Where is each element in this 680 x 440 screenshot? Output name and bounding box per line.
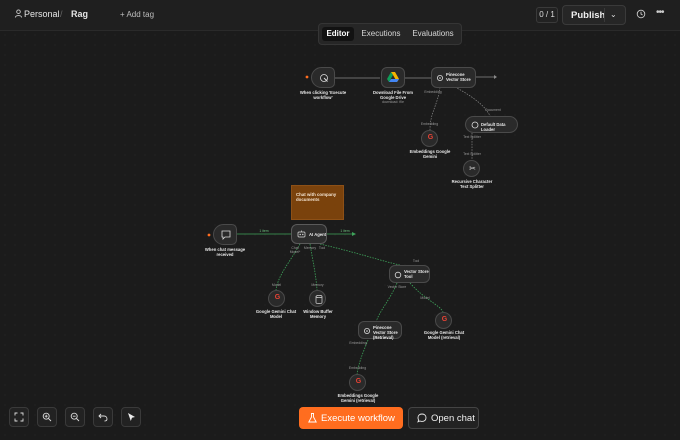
port-embedding-retrieval: Embedding (349, 341, 367, 345)
node-ai-agent-label: AI Agent (309, 232, 327, 237)
undo-icon (98, 413, 108, 422)
node-vector-tool-label: Vector Store Tool (404, 269, 429, 279)
node-manual-trigger[interactable] (311, 67, 335, 88)
google-drive-icon (387, 72, 399, 82)
node-embeddings-gemini[interactable]: G (421, 130, 438, 147)
pinecone-icon (364, 328, 370, 334)
node-embeddings-retrieval-label: Embeddings Google Gemini (retrieval) (337, 393, 379, 403)
more-options-icon[interactable]: ••• (656, 7, 664, 18)
robot-icon (297, 230, 306, 238)
select-tool-button[interactable] (121, 407, 141, 427)
node-gemini-chat[interactable]: G (268, 290, 285, 307)
node-memory-label: Window Buffer Memory (303, 309, 333, 319)
node-google-drive-label: Download File From Google Drive (372, 90, 413, 100)
node-google-drive-sub: download: file (382, 100, 404, 104)
edge-agent-tool (319, 243, 401, 266)
loader-icon (471, 121, 479, 129)
trigger-dot (305, 75, 309, 79)
node-gemini-chat-retrieval-label: Google Gemini Chat Model (retrieval) (423, 330, 465, 340)
port-text-splitter: Text Splitter (463, 152, 481, 156)
execute-workflow-button[interactable]: Execute workflow (299, 407, 403, 429)
flask-icon (308, 413, 317, 423)
fullscreen-icon (14, 412, 24, 422)
execute-workflow-label: Execute workflow (321, 413, 395, 424)
node-memory[interactable] (309, 290, 326, 307)
node-pinecone-store[interactable]: Pinecone Vector Store (431, 67, 476, 88)
publish-separator (604, 8, 605, 22)
version-counter: 0 / 1 (536, 7, 558, 23)
project-breadcrumb[interactable]: Personal (24, 9, 60, 19)
publish-button[interactable]: Publish ⌄ (562, 5, 626, 25)
tool-icon (394, 271, 402, 279)
node-gemini-chat-label: Google Gemini Chat Model (255, 309, 297, 319)
add-tag-button[interactable]: + Add tag (120, 10, 154, 19)
workflow-name[interactable]: Rag (71, 9, 88, 19)
node-pinecone-store-label: Pinecone Vector Store (446, 72, 471, 82)
zoom-in-icon (42, 412, 52, 422)
chat-bubble-icon (417, 413, 427, 423)
port-embedding-node: Embedding (348, 366, 367, 370)
zoom-out-icon (70, 412, 80, 422)
google-icon: G (355, 378, 362, 385)
open-chat-button[interactable]: Open chat (408, 407, 479, 429)
node-text-splitter-label: Recursive Character Text Splitter (451, 179, 493, 189)
node-default-loader[interactable]: Default Data Loader (465, 116, 518, 133)
port-chat-model: Chat Model* (289, 246, 301, 254)
publish-label: Publish (571, 10, 606, 21)
chevron-down-icon[interactable]: ⌄ (610, 10, 617, 19)
tab-editor[interactable]: Editor (322, 27, 354, 41)
port-tool: Tool (318, 246, 326, 250)
port-model-gemini: Model (271, 283, 282, 287)
user-icon (14, 9, 23, 18)
port-document-top: Document (485, 108, 501, 112)
port-memory-node: Memory (311, 283, 324, 287)
edge-count-chat: 1 item (259, 229, 269, 233)
port-model-tool: Model (420, 296, 430, 300)
breadcrumb-separator: / (60, 9, 63, 19)
fit-view-button[interactable] (9, 407, 29, 427)
history-icon[interactable] (636, 9, 646, 19)
chat-trigger-dot (207, 233, 211, 237)
sticky-note[interactable]: Chat with company documents (291, 185, 344, 220)
port-tool-in: Tool (412, 259, 420, 263)
open-chat-label: Open chat (431, 413, 475, 424)
view-tabs: Editor Executions Evaluations (318, 23, 462, 45)
sticky-note-text: Chat with company documents (296, 192, 337, 203)
scissors-icon: ✂ (469, 164, 476, 173)
port-text-splitter-top: Text Splitter (463, 135, 481, 139)
port-embedding: Embedding (420, 122, 439, 126)
zoom-out-button[interactable] (65, 407, 85, 427)
google-icon: G (441, 316, 448, 323)
port-vector-store: Vector Store (387, 285, 407, 289)
node-chat-trigger[interactable] (213, 224, 237, 245)
cursor-icon (128, 413, 135, 421)
node-embeddings-gemini-label: Embeddings Google Gemini (409, 149, 451, 159)
pinecone-icon (437, 75, 443, 81)
pinecone-out-arrow (494, 75, 497, 79)
node-google-drive[interactable] (381, 67, 405, 88)
node-ai-agent[interactable]: AI Agent (291, 224, 327, 244)
node-vector-tool[interactable]: Vector Store Tool (389, 265, 430, 283)
node-pinecone-retrieval[interactable]: Pinecone Vector Store (Retrieval) (358, 321, 402, 340)
zoom-in-button[interactable] (37, 407, 57, 427)
connections-layer (207, 75, 497, 376)
pointer-click-icon (320, 74, 328, 82)
google-icon: G (274, 294, 281, 301)
node-embeddings-retrieval[interactable]: G (349, 374, 366, 391)
tab-evaluations[interactable]: Evaluations (408, 27, 458, 41)
port-embedding-top: Embedding (424, 90, 442, 94)
node-text-splitter[interactable]: ✂ (463, 160, 480, 177)
chat-bubble-icon (221, 230, 231, 240)
node-pinecone-retrieval-label: Pinecone Vector Store (Retrieval) (373, 325, 398, 340)
database-icon (315, 295, 322, 304)
node-manual-trigger-label: When clicking 'Execute workflow' (299, 90, 347, 100)
port-memory: Memory (303, 246, 317, 250)
node-gemini-chat-retrieval[interactable]: G (435, 312, 452, 329)
edge-count-agent: 1 item (340, 229, 350, 233)
node-chat-trigger-label: When chat message received (204, 247, 246, 257)
tab-executions[interactable]: Executions (357, 27, 405, 41)
undo-button[interactable] (93, 407, 113, 427)
node-default-loader-label: Default Data Loader (481, 122, 506, 132)
google-icon: G (427, 134, 434, 141)
